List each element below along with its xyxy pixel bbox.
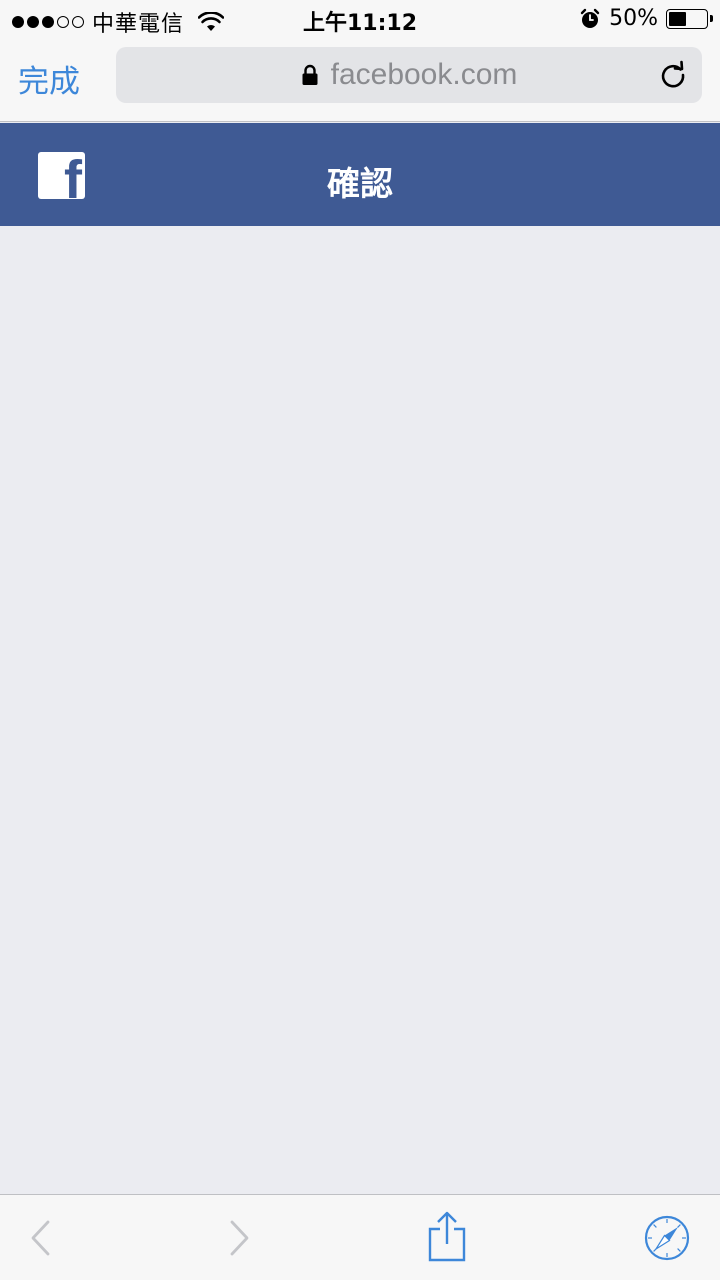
battery-level-fill (669, 11, 686, 26)
safari-toolbar (0, 1194, 720, 1280)
compass-icon[interactable] (644, 1215, 690, 1261)
facebook-header: f 確認 (0, 123, 720, 226)
lock-icon (302, 64, 318, 85)
safari-address-bar: 完成 facebook.com (0, 40, 720, 122)
done-button[interactable]: 完成 (18, 56, 80, 101)
url-text: facebook.com (330, 58, 518, 91)
page-content (0, 226, 720, 1194)
battery-cap (710, 14, 713, 22)
share-icon[interactable] (426, 1211, 468, 1263)
status-right: 50% (579, 6, 713, 31)
battery-percent: 50% (609, 6, 658, 31)
alarm-icon (580, 8, 600, 28)
reload-icon[interactable] (658, 60, 688, 90)
status-bar: 中華電信 上午11:12 50% (0, 0, 720, 40)
url-content: facebook.com (116, 47, 702, 103)
battery-icon (666, 8, 713, 29)
url-field[interactable]: facebook.com (116, 47, 702, 103)
page-title: 確認 (327, 164, 393, 203)
back-icon[interactable] (28, 1219, 52, 1257)
forward-icon[interactable] (228, 1219, 252, 1257)
screen: 中華電信 上午11:12 50% 完成 facebook.com f 確認 (0, 0, 720, 1280)
